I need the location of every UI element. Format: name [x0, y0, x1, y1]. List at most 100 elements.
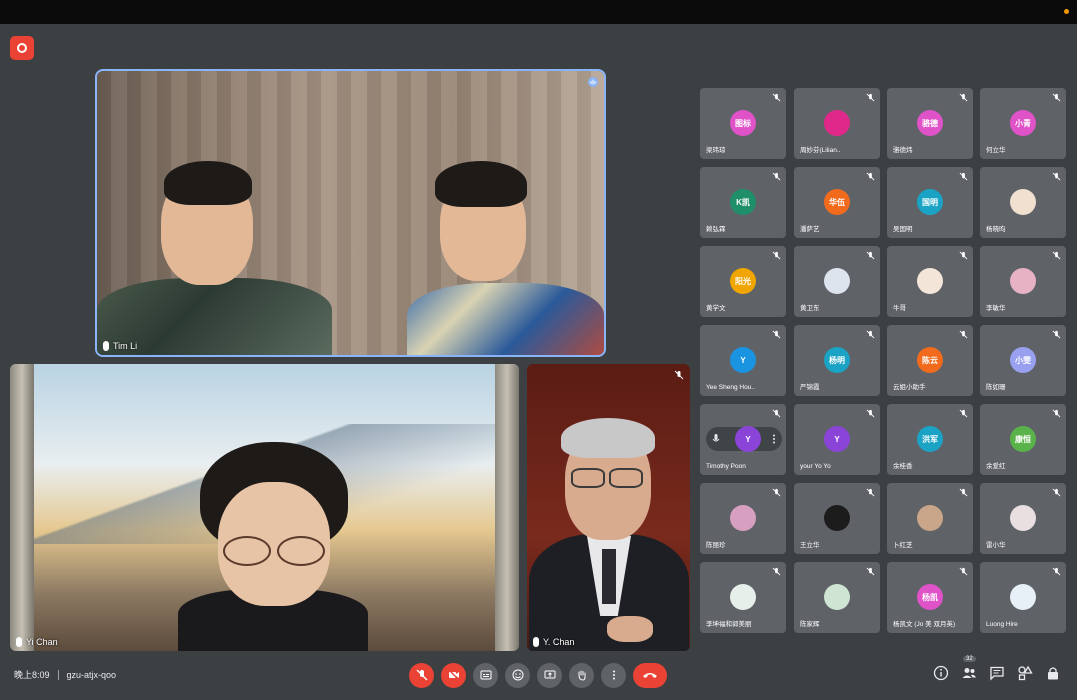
avatar [1010, 268, 1036, 294]
avatar: 小青 [1010, 110, 1036, 136]
mic-off-icon [1052, 93, 1061, 102]
participant-tile[interactable]: 杨凯杨凯文 (Jo 美 双月英) [887, 562, 973, 633]
background-pillar-left [10, 364, 34, 651]
participant-tile[interactable]: 陈云 云姐小助手 [887, 325, 973, 396]
mic-off-icon [959, 172, 968, 181]
mic-off-icon [1052, 172, 1061, 181]
participant-tile[interactable]: 小青何立华 [980, 88, 1066, 159]
more-options-button[interactable] [601, 662, 626, 688]
participant-name: 李敏华 [986, 305, 1006, 312]
video-tile-2[interactable]: Yi Chan [10, 364, 519, 651]
more-vert-icon[interactable] [772, 434, 776, 444]
mic-off-icon [959, 251, 968, 260]
avatar: 杨凯 [917, 584, 943, 610]
chat-button[interactable] [989, 665, 1005, 681]
participant-tile[interactable]: 阳光黄学文 [700, 246, 786, 317]
participant-tile[interactable]: 牛哥 [887, 246, 973, 317]
hand-icon [578, 670, 585, 681]
mic-off-icon [959, 93, 968, 102]
participant-tile[interactable]: Y Timothy Poon [700, 404, 786, 475]
recording-button[interactable] [10, 36, 34, 60]
participant-name: Y. Chan [533, 637, 574, 647]
avatar: 阳光 [730, 268, 756, 294]
info-icon [933, 665, 949, 681]
participant-name: 牛哥 [893, 305, 906, 312]
participant-tile[interactable]: 杨晓昀 [980, 167, 1066, 238]
participant-name: 严锦霞 [800, 384, 820, 391]
people-button[interactable]: 32 [961, 656, 977, 681]
participant-tile[interactable]: Luong Hire [980, 562, 1066, 633]
participant-name: 余桂香 [893, 463, 913, 470]
raise-hand-button[interactable] [569, 662, 594, 688]
video-tile-3[interactable]: Y. Chan [527, 364, 690, 651]
mic-off-icon [1052, 330, 1061, 339]
meeting-time: 晚上8:09 [14, 670, 50, 680]
camera-off-icon [448, 669, 459, 681]
participant-name: 雷小华 [986, 542, 1006, 549]
mic-off-icon [772, 251, 781, 260]
activities-button[interactable] [1017, 665, 1033, 681]
avatar [1010, 584, 1036, 610]
participant-tile[interactable]: 李坤福和郭美丽 [700, 562, 786, 633]
avatar: Y [730, 347, 756, 373]
participant-tile[interactable]: K凯 赖弘霖 [700, 167, 786, 238]
captions-button[interactable] [473, 662, 498, 688]
meeting-info: 晚上8:09 gzu-atjx-qoo [14, 668, 116, 681]
participant-tile[interactable]: 陈家辉 [794, 562, 880, 633]
participant-tile[interactable]: 图标梁玮琼 [700, 88, 786, 159]
video-tile-main[interactable]: Tim Li [95, 69, 606, 357]
avatar: 康恒 [1010, 426, 1036, 452]
participant-tile[interactable]: 周妙芬(Lilian.. [794, 88, 880, 159]
divider [57, 669, 59, 680]
participant-tile[interactable]: Yyour Yo Yo [794, 404, 880, 475]
participant-name: 陈如珊 [986, 384, 1006, 391]
hangup-icon [643, 673, 657, 678]
participant-tile[interactable]: 康恒 余爱红 [980, 404, 1066, 475]
participant-name: 黄学文 [706, 305, 726, 312]
participant-tile[interactable]: 杨明 严锦霞 [794, 325, 880, 396]
participant-name: 杨凯文 (Jo 美 双月英) [893, 621, 956, 628]
participant-name: your Yo Yo [800, 463, 831, 470]
participant-name: 陈丽珍 [706, 542, 726, 549]
participant-tile[interactable]: 卜红芝 [887, 483, 973, 554]
participant-tile[interactable]: 雷小华 [980, 483, 1066, 554]
info-button[interactable] [933, 665, 949, 681]
participant-name: 黄卫东 [800, 305, 820, 312]
participant-tile[interactable]: 李敏华 [980, 246, 1066, 317]
more-vert-icon [612, 670, 615, 680]
participant-tile[interactable]: 黄卫东 [794, 246, 880, 317]
participant-tile[interactable]: 小雯 陈如珊 [980, 325, 1066, 396]
reactions-button[interactable] [505, 662, 530, 688]
meeting-code[interactable]: gzu-atjx-qoo [67, 670, 117, 680]
participant-tile[interactable]: 洪军 余桂香 [887, 404, 973, 475]
avatar [824, 268, 850, 294]
participant-tile[interactable]: 国明 吴国明 [887, 167, 973, 238]
mic-off-icon [866, 567, 875, 576]
participant-tile[interactable]: 陈丽珍 [700, 483, 786, 554]
participant-tile[interactable]: Y Yee Sheng Hou.. [700, 325, 786, 396]
participant-tile[interactable]: 华伍 潘萨艺 [794, 167, 880, 238]
mic-off-icon [1052, 409, 1061, 418]
mic-icon [533, 637, 539, 647]
avatar [824, 584, 850, 610]
mic-icon[interactable] [712, 434, 720, 444]
participant-tile[interactable]: 骆德 骆德炜 [887, 88, 973, 159]
mic-off-icon [959, 409, 968, 418]
leave-call-button[interactable] [633, 662, 667, 688]
participant-name: 李坤福和郭美丽 [706, 621, 752, 628]
mic-off-icon [1052, 251, 1061, 260]
participant-name: 梁玮琼 [706, 147, 726, 154]
avatar: 图标 [730, 110, 756, 136]
participant-name: Luong Hire [986, 621, 1018, 628]
participant-name: 何立华 [986, 147, 1006, 154]
avatar [917, 268, 943, 294]
present-screen-button[interactable] [537, 662, 562, 688]
mic-toggle-button[interactable] [409, 662, 434, 688]
camera-toggle-button[interactable] [441, 662, 466, 688]
avatar [824, 505, 850, 531]
emoji-icon [512, 669, 523, 681]
participant-tile[interactable]: 王立华 [794, 483, 880, 554]
host-controls-button[interactable] [1045, 665, 1061, 681]
avatar [730, 584, 756, 610]
participant-name: 王立华 [800, 542, 820, 549]
